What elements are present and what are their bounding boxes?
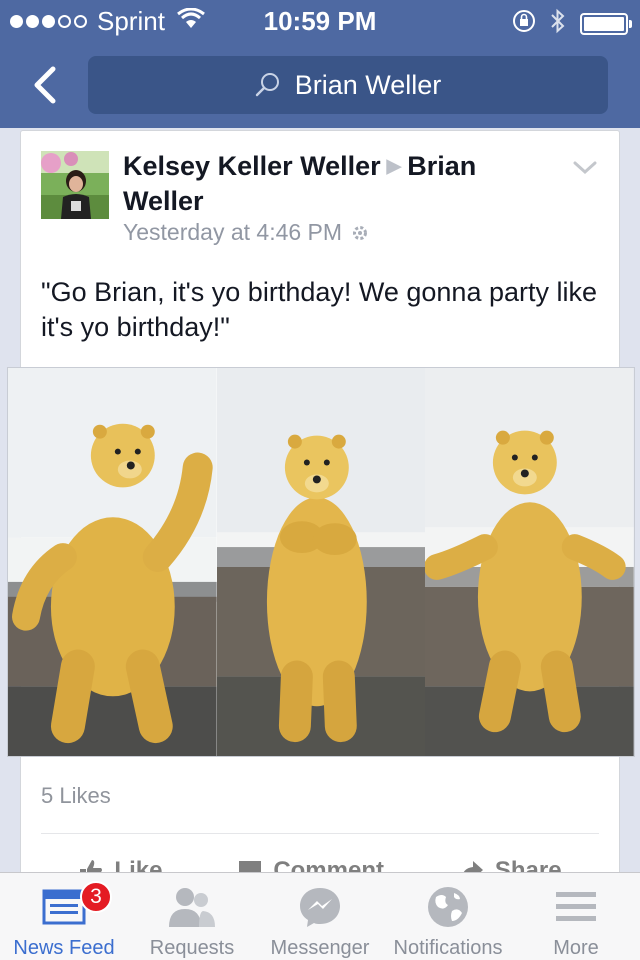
- battery-icon: [580, 12, 632, 35]
- globe-icon: [428, 887, 468, 927]
- search-icon: [255, 73, 279, 97]
- post-text: "Go Brian, it's yo birthday! We gonna pa…: [41, 277, 598, 342]
- search-field[interactable]: Brian Weller: [88, 56, 608, 114]
- tab-bar: 3 News Feed Requests Messenger Notificat…: [0, 872, 640, 960]
- polar-bear-panel-1: [8, 368, 217, 756]
- tab-notifications[interactable]: Notifications: [384, 873, 512, 960]
- post-card: Kelsey Keller Weller ▶ Brian Weller Yester…: [7, 130, 635, 890]
- timestamp-text[interactable]: Yesterday at 4:46 PM: [123, 219, 342, 246]
- messenger-icon: [300, 888, 340, 927]
- arrow-right-icon: ▶: [386, 156, 402, 177]
- tab-label: News Feed: [13, 937, 115, 959]
- polar-bear-panel-3: [425, 368, 635, 756]
- search-query: Brian Weller: [294, 69, 442, 100]
- notification-badge: 3: [80, 881, 112, 913]
- friends-icon: [169, 888, 215, 927]
- tab-label: More: [553, 937, 599, 959]
- rotation-lock-icon: [512, 9, 536, 38]
- back-button[interactable]: [22, 60, 66, 110]
- post-header: Kelsey Keller Weller ▶ Brian Weller: [123, 149, 563, 219]
- bluetooth-icon: [550, 8, 566, 39]
- likes-count[interactable]: 5 Likes: [41, 783, 111, 809]
- chevron-down-icon: [573, 161, 597, 175]
- tab-messenger[interactable]: Messenger: [256, 873, 384, 960]
- tab-label: Requests: [149, 937, 235, 959]
- top-header: Sprint 10:59 PM Brian Weller: [0, 0, 640, 128]
- tab-label: Notifications: [393, 937, 503, 959]
- author-name[interactable]: Kelsey Keller Weller: [123, 151, 381, 181]
- tab-label: Messenger: [270, 937, 370, 959]
- post-options-button[interactable]: [573, 161, 597, 180]
- post-timestamp: Yesterday at 4:46 PM: [123, 219, 370, 246]
- divider: [41, 833, 599, 834]
- polar-bear-panel-2: [216, 368, 426, 756]
- menu-icon: [556, 892, 596, 921]
- chevron-left-icon: [34, 66, 56, 104]
- author-avatar[interactable]: [41, 151, 109, 219]
- tab-news-feed[interactable]: 3 News Feed: [0, 873, 128, 960]
- gear-icon: [353, 225, 368, 240]
- status-bar: Sprint 10:59 PM: [0, 0, 640, 40]
- tab-more[interactable]: More: [512, 873, 640, 960]
- post-photo[interactable]: [7, 367, 635, 757]
- tab-requests[interactable]: Requests: [128, 873, 256, 960]
